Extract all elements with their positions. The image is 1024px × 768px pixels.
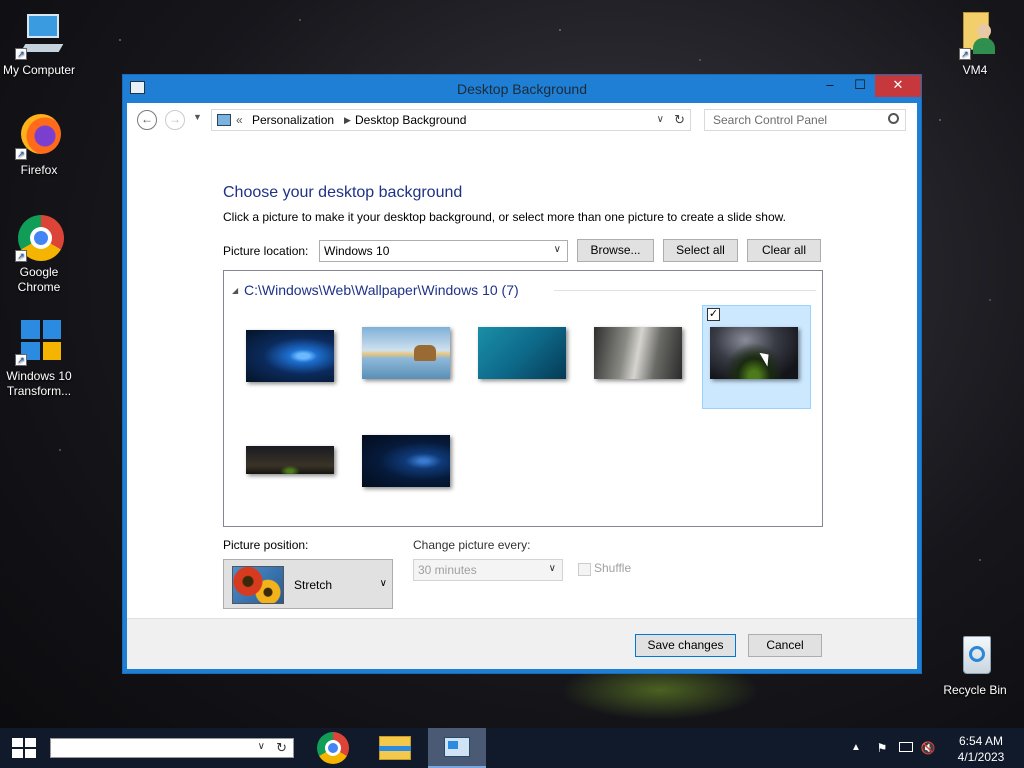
taskbar-control-panel[interactable] (428, 728, 486, 768)
desktop-icon-label: My Computer (2, 63, 76, 77)
picture-location-value: Windows 10 (324, 244, 390, 258)
desktop-icon-label: Recycle Bin (943, 683, 1007, 697)
taskbar: ∨ ↻ ▲ ⚑ 🔇 6:54 AM 4/1/2023 (0, 728, 1024, 768)
picture-position-select[interactable]: Stretch ∨ (223, 559, 393, 609)
taskbar-clock[interactable]: 6:54 AM 4/1/2023 (942, 728, 1020, 768)
dialog-footer: Save changes Cancel (127, 618, 917, 669)
desktop-icon-recycle-bin[interactable]: Recycle Bin (936, 632, 1014, 698)
shortcut-arrow-icon: ↗ (15, 48, 27, 60)
page-title: Choose your desktop background (223, 184, 463, 201)
volume-muted-icon[interactable]: 🔇 (918, 728, 938, 768)
shortcut-arrow-icon: ↗ (15, 148, 27, 160)
show-hidden-icons-chevron-icon[interactable]: ▲ (848, 728, 864, 768)
back-arrow-icon[interactable]: ← (137, 110, 157, 130)
shortcut-arrow-icon: ↗ (15, 354, 27, 366)
save-changes-button[interactable]: Save changes (635, 634, 736, 657)
refresh-icon[interactable]: ↻ (276, 740, 287, 756)
taskbar-file-explorer[interactable] (366, 728, 424, 768)
title-bar[interactable]: Desktop Background – ☐ ✕ (123, 75, 921, 103)
picture-location-select[interactable]: Windows 10 ∨ (319, 240, 568, 262)
shuffle-checkbox[interactable] (578, 563, 591, 576)
desktop-icon-label: Firefox (20, 163, 58, 177)
picture-position-value: Stretch (294, 578, 333, 592)
recycle-bin-icon (951, 632, 999, 680)
change-picture-value: 30 minutes (418, 563, 477, 577)
desktop-icon-chrome[interactable]: ↗ Google Chrome (0, 214, 78, 295)
navigation-bar: ← → ▼ « Personalization ▶ Desktop Backgr… (127, 103, 917, 136)
chrome-icon: ↗ (15, 214, 64, 262)
clock-date: 4/1/2023 (957, 750, 1005, 764)
control-panel-icon (217, 114, 231, 126)
taskbar-chrome[interactable] (304, 728, 362, 768)
windows-logo-icon: ↗ (15, 318, 63, 366)
firefox-icon: ↗ (15, 112, 63, 160)
clock-time: 6:54 AM (958, 734, 1004, 748)
desktop-icon-firefox[interactable]: ↗ Firefox (0, 112, 78, 178)
desktop-icon-vm4[interactable]: ↗ VM4 (936, 12, 1014, 78)
desktop-background-window: Desktop Background – ☐ ✕ ← → ▼ « Persona… (122, 74, 922, 674)
maximize-button[interactable]: ☐ (845, 75, 875, 97)
wallpaper-item-selected[interactable]: ✓ (702, 305, 811, 409)
collapse-triangle-icon[interactable]: ◢ (232, 286, 238, 295)
search-placeholder: Search Control Panel (713, 113, 828, 127)
computer-icon: ↗ (15, 12, 64, 60)
start-button[interactable] (0, 728, 48, 768)
breadcrumb-personalization[interactable]: Personalization (252, 113, 334, 127)
chevron-down-icon: ∨ (548, 563, 556, 574)
address-bar[interactable]: « Personalization ▶ Desktop Background ∨… (211, 109, 691, 131)
browse-button[interactable]: Browse... (577, 239, 654, 262)
desktop-icon-label: VM4 (962, 63, 988, 77)
search-icon (888, 113, 899, 124)
desktop-icon-windows-transform[interactable]: ↗ Windows 10 Transform... (0, 318, 78, 399)
shortcut-arrow-icon: ↗ (15, 250, 27, 262)
wallpaper-gallery[interactable]: ◢ C:\Windows\Web\Wallpaper\Windows 10 (7… (223, 270, 823, 527)
recent-pages-chevron-icon[interactable]: ▼ (193, 112, 202, 122)
wallpaper-thumb-windows-dark[interactable] (362, 435, 450, 487)
window-client-area: ← → ▼ « Personalization ▶ Desktop Backgr… (127, 103, 917, 669)
close-button[interactable]: ✕ (875, 75, 921, 97)
desktop-icon-my-computer[interactable]: ↗ My Computer (0, 12, 78, 78)
desktop-icon-label: Windows 10 Transform... (6, 369, 72, 398)
picture-position-label: Picture position: (223, 538, 309, 552)
wallpaper-thumb-rock-cliff[interactable] (594, 327, 682, 379)
wallpaper-thumb-beach-rocks[interactable] (362, 327, 450, 379)
group-divider (554, 290, 816, 291)
picture-location-label: Picture location: (223, 244, 309, 258)
forward-arrow-icon[interactable]: → (165, 110, 185, 130)
change-picture-label: Change picture every: (413, 538, 531, 552)
wallpaper-thumb-milky-way-wide[interactable] (246, 446, 334, 474)
shortcut-arrow-icon: ↗ (959, 48, 971, 60)
wallpaper-thumb-milky-way[interactable] (710, 327, 798, 379)
chevron-down-icon: ∨ (379, 578, 387, 589)
refresh-icon[interactable]: ↻ (674, 112, 685, 128)
minimize-button[interactable]: – (815, 75, 845, 97)
cancel-button[interactable]: Cancel (748, 634, 822, 657)
taskbar-address-input[interactable]: ∨ ↻ (50, 738, 294, 758)
network-icon[interactable] (896, 728, 916, 768)
clear-all-button[interactable]: Clear all (747, 239, 821, 262)
user-folder-icon: ↗ (951, 12, 999, 60)
group-header-path: C:\Windows\Web\Wallpaper\Windows 10 (7) (244, 282, 519, 298)
address-dropdown-chevron-icon[interactable]: ∨ (657, 114, 664, 125)
windows-logo-icon (12, 738, 36, 758)
chevron-down-icon: ∨ (553, 244, 561, 255)
search-input[interactable]: Search Control Panel (704, 109, 906, 131)
wallpaper-thumb-underwater[interactable] (478, 327, 566, 379)
action-center-flag-icon[interactable]: ⚑ (874, 728, 890, 768)
desktop-icon-label: Google Chrome (17, 265, 61, 294)
group-header[interactable]: ◢ C:\Windows\Web\Wallpaper\Windows 10 (7… (232, 282, 519, 298)
wallpaper-checkbox[interactable]: ✓ (707, 308, 720, 321)
window-title: Desktop Background (457, 81, 587, 97)
breadcrumb-overflow[interactable]: « (236, 113, 243, 127)
breadcrumb-desktop-background[interactable]: Desktop Background (355, 113, 466, 127)
wallpaper-thumb-windows-light[interactable] (246, 330, 334, 382)
page-description: Click a picture to make it your desktop … (223, 210, 786, 224)
chevron-down-icon[interactable]: ∨ (258, 741, 265, 752)
flower-preview-icon (232, 566, 284, 604)
select-all-button[interactable]: Select all (663, 239, 738, 262)
breadcrumb-separator-icon[interactable]: ▶ (344, 115, 351, 126)
change-picture-select[interactable]: 30 minutes ∨ (413, 559, 563, 581)
shuffle-label: Shuffle (594, 561, 632, 575)
